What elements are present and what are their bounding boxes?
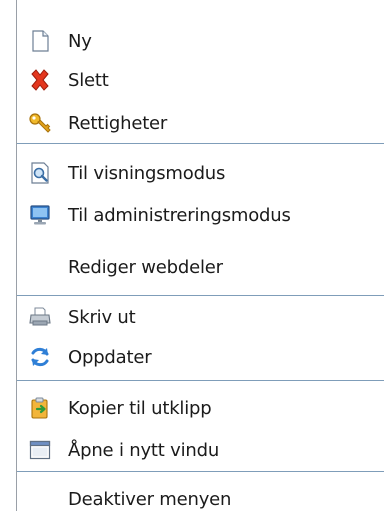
view-mode-icon: [31, 162, 49, 184]
menu-group-output: Skriv ut Oppdater: [17, 296, 384, 380]
context-menu: Ny Slett Rettigheter Til visningsmodus T…: [16, 0, 384, 511]
menu-item-permissions-label: Rettigheter: [68, 112, 168, 134]
menu-item-disable-menu-label: Deaktiver menyen: [68, 488, 232, 510]
menu-group-document: Ny Slett Rettigheter: [17, 0, 384, 143]
clipboard-icon: [31, 397, 48, 419]
menu-group-modes: Til visningsmodus Til administreringsmod…: [17, 144, 384, 294]
menu-item-delete[interactable]: Slett: [17, 59, 384, 101]
delete-x-icon: [31, 69, 49, 91]
menu-item-permissions[interactable]: Rettigheter: [17, 102, 384, 144]
menu-group-clipboard: Kopier til utklipp Åpne i nytt vindu: [17, 381, 384, 471]
admin-monitor-icon: [30, 205, 50, 225]
menu-item-new[interactable]: Ny: [17, 20, 384, 62]
menu-item-edit-webparts-label: Rediger webdeler: [68, 256, 223, 278]
menu-item-delete-label: Slett: [68, 69, 109, 91]
menu-item-new-label: Ny: [68, 30, 92, 52]
menu-group-menu-settings: Deaktiver menyen: [17, 472, 384, 512]
printer-icon: [29, 307, 51, 326]
refresh-icon: [31, 347, 49, 367]
menu-item-view-mode[interactable]: Til visningsmodus: [17, 152, 384, 194]
menu-item-print-label: Skriv ut: [68, 306, 136, 328]
menu-item-edit-webparts[interactable]: Rediger webdeler: [17, 246, 384, 288]
menu-item-view-mode-label: Til visningsmodus: [68, 162, 226, 184]
key-icon: [29, 113, 51, 133]
menu-item-copy-clipboard-label: Kopier til utklipp: [68, 397, 212, 419]
new-document-icon: [32, 30, 49, 52]
menu-item-refresh-label: Oppdater: [68, 346, 152, 368]
menu-item-admin-mode[interactable]: Til administreringsmodus: [17, 194, 384, 236]
menu-item-admin-mode-label: Til administreringsmodus: [68, 204, 291, 226]
menu-item-print[interactable]: Skriv ut: [17, 296, 384, 338]
menu-item-disable-menu[interactable]: Deaktiver menyen: [17, 478, 384, 520]
menu-item-open-new-window-label: Åpne i nytt vindu: [68, 439, 220, 461]
menu-item-copy-clipboard[interactable]: Kopier til utklipp: [17, 387, 384, 429]
menu-item-open-new-window[interactable]: Åpne i nytt vindu: [17, 429, 384, 471]
new-window-icon: [29, 440, 51, 460]
menu-item-refresh[interactable]: Oppdater: [17, 336, 384, 378]
